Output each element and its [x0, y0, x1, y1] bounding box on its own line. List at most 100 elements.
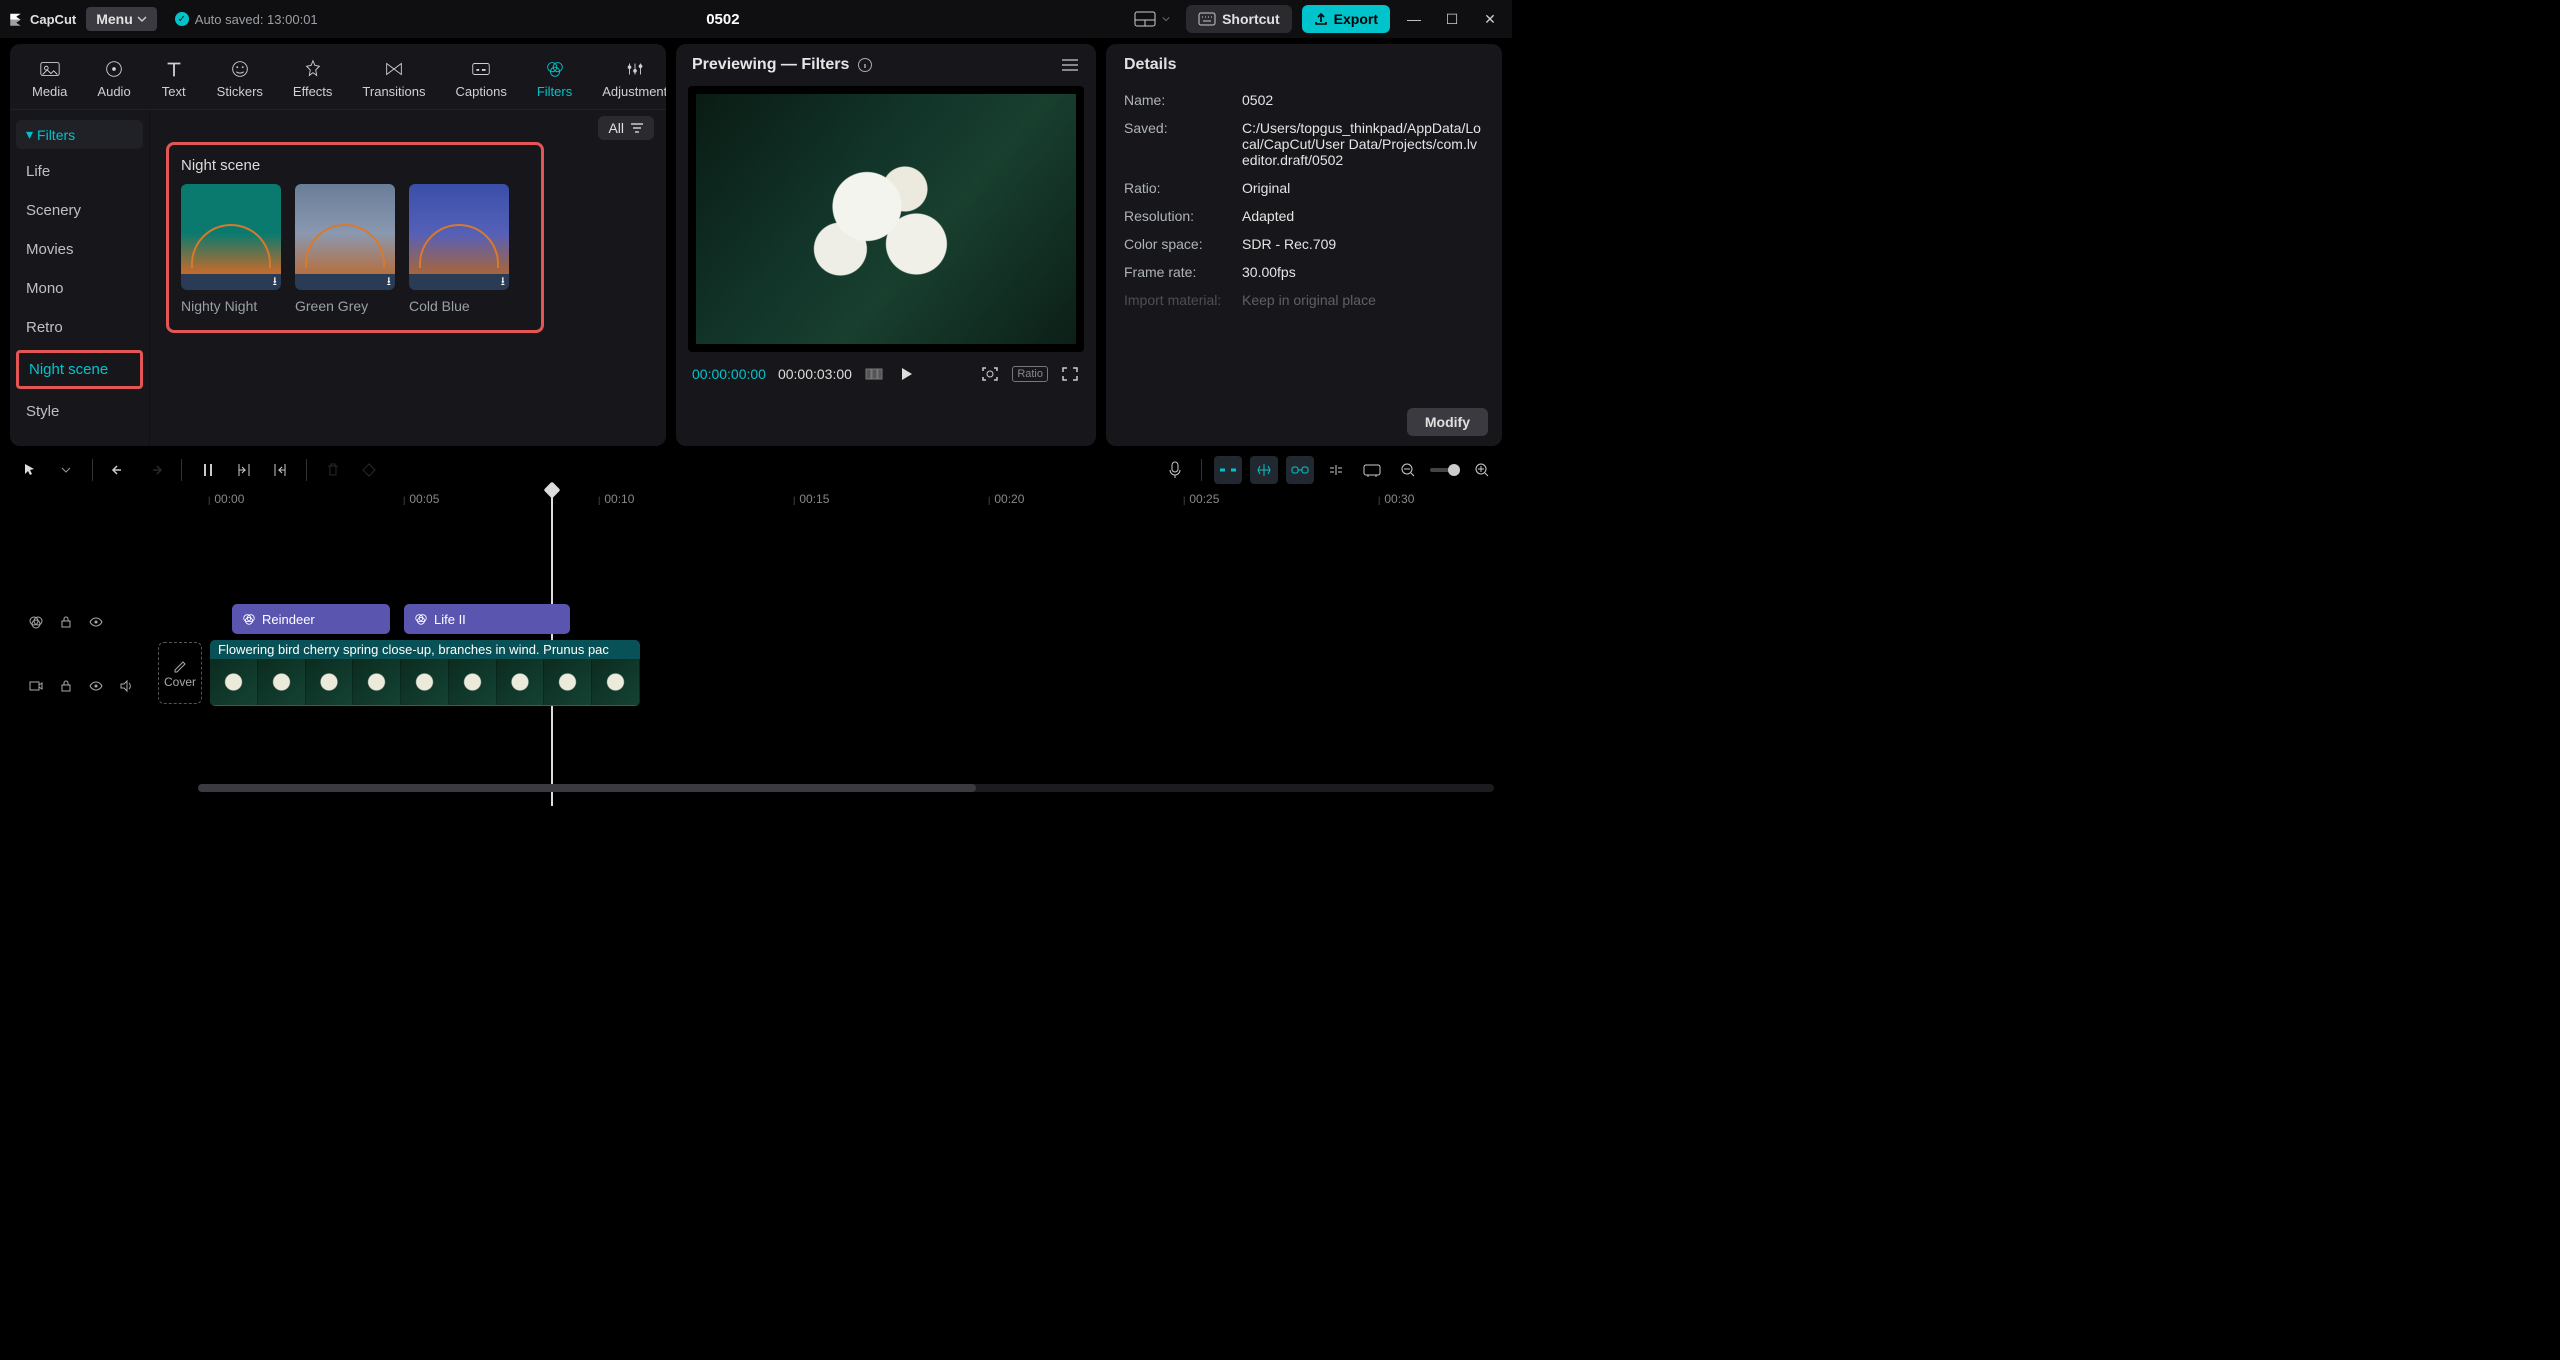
category-retro[interactable]: Retro [16, 311, 143, 344]
tab-captions[interactable]: Captions [444, 52, 519, 109]
filters-icon [414, 612, 428, 626]
check-icon: ✓ [175, 12, 189, 26]
tab-adjustment[interactable]: Adjustment [590, 52, 666, 109]
detail-value: Original [1242, 180, 1484, 196]
eye-icon[interactable] [86, 612, 106, 632]
tab-label: Audio [97, 84, 130, 99]
detail-value: C:/Users/topgus_thinkpad/AppData/Local/C… [1242, 120, 1484, 168]
all-label: All [608, 120, 624, 136]
speaker-icon[interactable] [116, 676, 136, 696]
category-scenery[interactable]: Scenery [16, 194, 143, 227]
link-button[interactable] [1286, 456, 1314, 484]
download-icon[interactable]: ⭳ [409, 274, 509, 290]
filter-all-button[interactable]: All [598, 116, 654, 140]
align-button[interactable] [1322, 456, 1350, 484]
eye-icon[interactable] [86, 676, 106, 696]
preview-toggle[interactable] [1358, 456, 1386, 484]
pointer-tool[interactable] [16, 456, 44, 484]
menu-button[interactable]: Menu [86, 7, 157, 31]
cover-button[interactable]: Cover [158, 642, 202, 704]
text-icon [161, 58, 187, 80]
compare-icon[interactable] [864, 364, 884, 384]
tab-audio[interactable]: Audio [85, 52, 142, 109]
detail-row: Color space:SDR - Rec.709 [1106, 230, 1502, 258]
hamburger-icon[interactable] [1060, 57, 1080, 73]
category-head[interactable]: ▾ Filters [16, 120, 143, 149]
video-clip[interactable]: Flowering bird cherry spring close-up, b… [210, 640, 640, 706]
delete-button [319, 456, 347, 484]
group-title: Night scene [181, 157, 529, 174]
magnet-button[interactable] [1214, 456, 1242, 484]
details-title: Details [1106, 44, 1502, 86]
filter-clip[interactable]: Reindeer [232, 604, 390, 634]
tab-label: Media [32, 84, 67, 99]
pointer-dropdown[interactable] [52, 456, 80, 484]
preview-canvas[interactable] [688, 86, 1084, 352]
window-minimize[interactable]: — [1400, 11, 1428, 27]
detail-row: Import material:Keep in original place [1106, 286, 1502, 314]
category-mono[interactable]: Mono [16, 272, 143, 305]
download-icon[interactable]: ⭳ [295, 274, 395, 290]
detail-key: Ratio: [1124, 180, 1242, 196]
tab-stickers[interactable]: Stickers [205, 52, 275, 109]
tab-filters[interactable]: Filters [525, 52, 584, 109]
details-panel: Details Name:0502Saved:C:/Users/topgus_t… [1106, 44, 1502, 446]
tab-text[interactable]: Text [149, 52, 199, 109]
category-style[interactable]: Style [16, 395, 143, 428]
timeline-toolbar-right [1161, 456, 1496, 484]
preview-header: Previewing — Filters [676, 44, 1096, 82]
filters-track-icon[interactable] [26, 612, 46, 632]
tag-button [355, 456, 383, 484]
filter-item-green-grey[interactable]: ⭳Green Grey [295, 184, 395, 314]
lock-icon[interactable] [56, 676, 76, 696]
scrollbar-thumb[interactable] [198, 784, 976, 792]
play-button[interactable] [896, 364, 916, 384]
layout-button[interactable] [1128, 7, 1176, 31]
mic-button[interactable] [1161, 456, 1189, 484]
detail-key: Saved: [1124, 120, 1242, 168]
video-clip-thumbs [210, 659, 640, 705]
tab-transitions[interactable]: Transitions [350, 52, 437, 109]
category-sidebar: ▾ Filters Life Scenery Movies Mono Retro Nigh… [10, 110, 150, 446]
filter-thumb-image [295, 184, 395, 274]
shortcut-button[interactable]: Shortcut [1186, 5, 1292, 33]
timeline-scrollbar[interactable] [198, 784, 1494, 792]
zoom-slider[interactable] [1430, 468, 1460, 472]
ratio-button[interactable]: Ratio [1012, 366, 1048, 382]
zoom-out-button[interactable] [1394, 456, 1422, 484]
info-icon[interactable] [857, 57, 873, 73]
window-maximize[interactable]: ☐ [1438, 11, 1466, 28]
tab-label: Stickers [217, 84, 263, 99]
tab-media[interactable]: Media [20, 52, 79, 109]
category-night-scene[interactable]: Night scene [16, 350, 143, 389]
fullscreen-icon[interactable] [1060, 364, 1080, 384]
trim-right-button[interactable] [266, 456, 294, 484]
tab-label: Transitions [362, 84, 425, 99]
export-button[interactable]: Export [1302, 5, 1390, 33]
snap-button[interactable] [1250, 456, 1278, 484]
zoom-in-button[interactable] [1468, 456, 1496, 484]
download-icon[interactable]: ⭳ [181, 274, 281, 290]
trim-left-button[interactable] [230, 456, 258, 484]
filter-item-nighty-night[interactable]: ⭳Nighty Night [181, 184, 281, 314]
scan-icon[interactable] [980, 364, 1000, 384]
filter-clip[interactable]: Life II [404, 604, 570, 634]
category-life[interactable]: Life [16, 155, 143, 188]
lock-icon[interactable] [56, 612, 76, 632]
layout-icon [1134, 11, 1156, 27]
autosave-text: Auto saved: 13:00:01 [195, 12, 318, 27]
tab-effects[interactable]: Effects [281, 52, 345, 109]
stickers-icon [227, 58, 253, 80]
timeline-tracks[interactable]: Reindeer Life II Cover Flowering bird che… [10, 516, 1502, 796]
undo-button[interactable] [105, 456, 133, 484]
video-track-icon[interactable] [26, 676, 46, 696]
menu-label: Menu [96, 11, 133, 27]
modify-button[interactable]: Modify [1407, 408, 1488, 436]
split-button[interactable] [194, 456, 222, 484]
effects-icon [300, 58, 326, 80]
timeline-ruler[interactable]: 00:0000:0500:1000:1500:2000:2500:30 [198, 490, 1502, 516]
detail-value: SDR - Rec.709 [1242, 236, 1484, 252]
category-movies[interactable]: Movies [16, 233, 143, 266]
window-close[interactable]: ✕ [1476, 11, 1504, 28]
filter-item-cold-blue[interactable]: ⭳Cold Blue [409, 184, 509, 314]
